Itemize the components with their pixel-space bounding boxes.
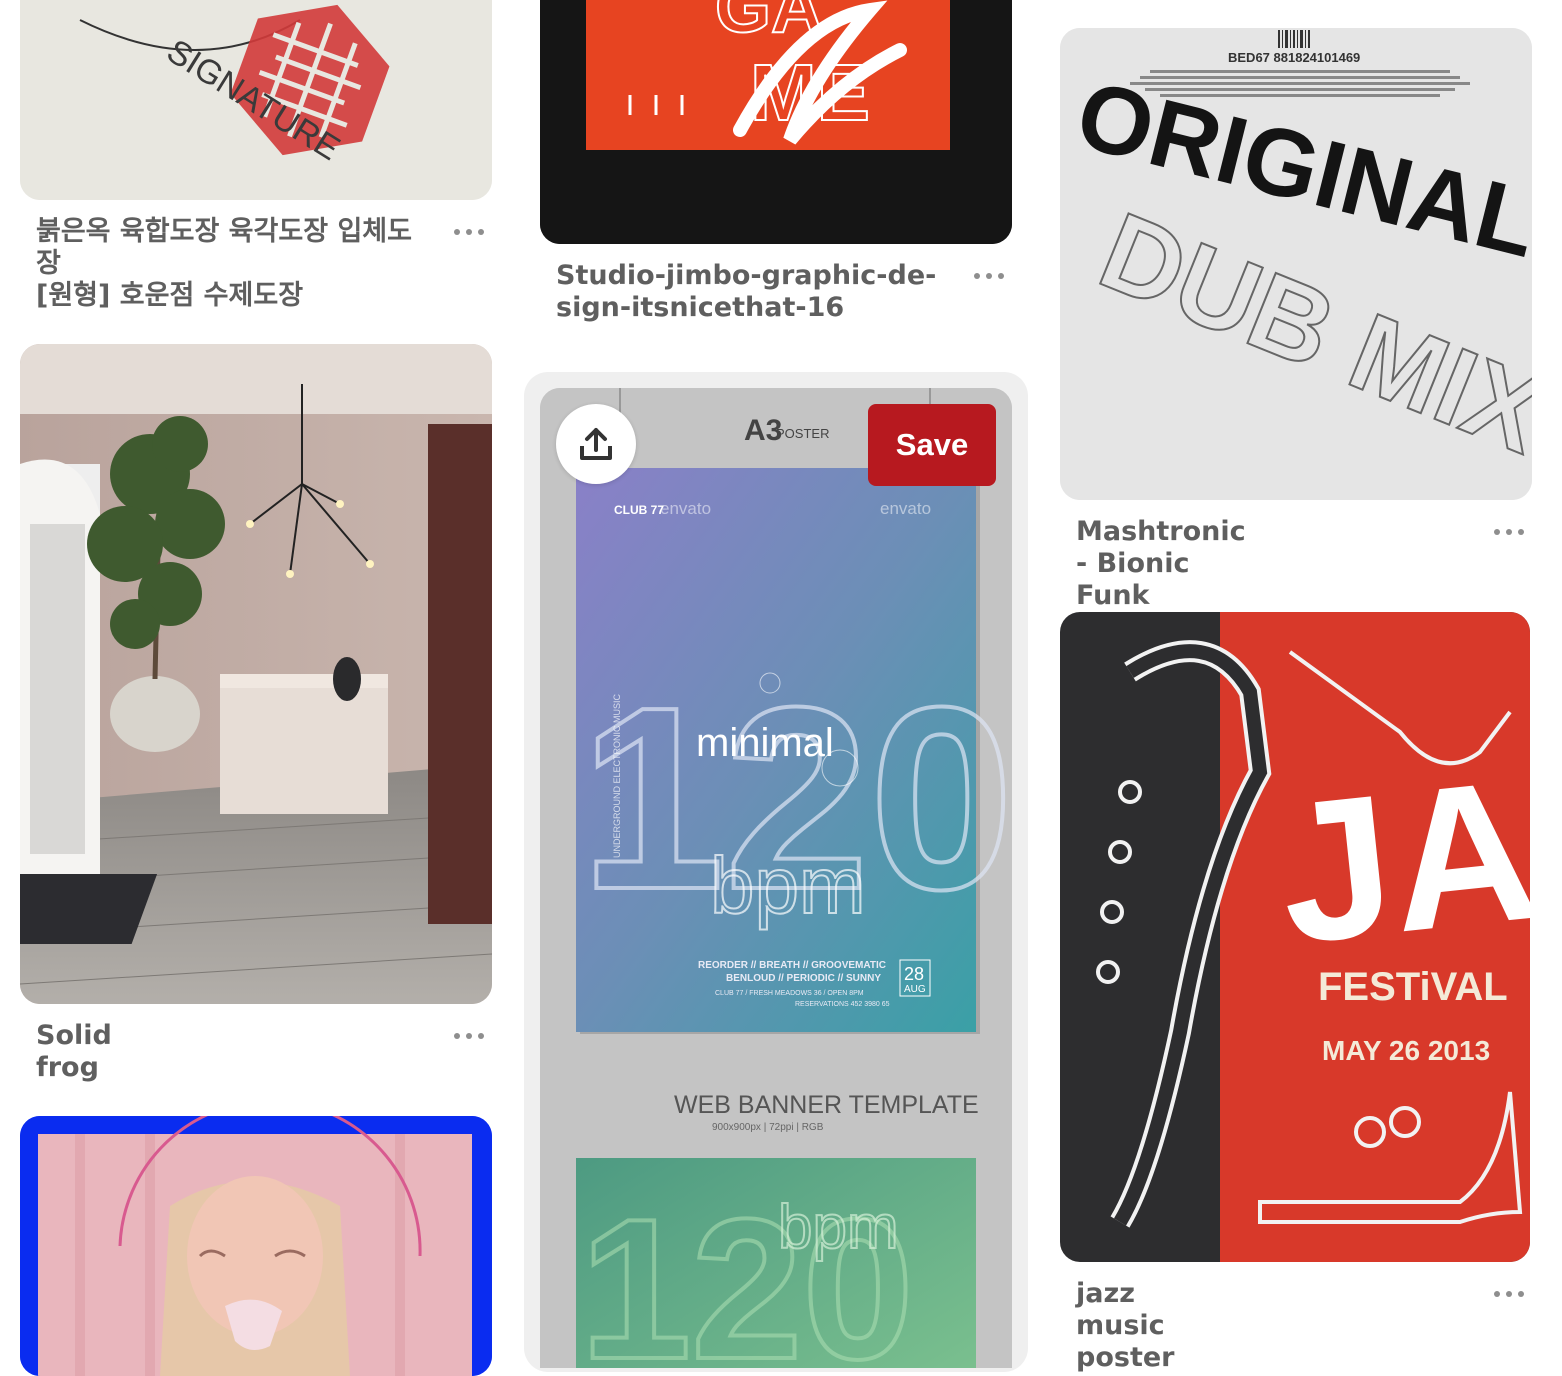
lineup-line: BENLOUD // PERIODIC // SUNNY (726, 973, 881, 984)
pin-title-line: sign-itsnicethat-16 (556, 292, 845, 323)
catalog-number: BED67 881824101469 (1228, 50, 1360, 65)
pin-title-line: 붉은옥 육합도장 육각도장 입체도장 (36, 216, 412, 279)
seal-illustration: SIGNATURE (20, 0, 492, 200)
pin-image[interactable]: SIGNATURE (20, 0, 492, 200)
pin-image[interactable]: BED67 881824101469 ORIGINAL DUB MIX (1060, 28, 1532, 500)
date-text: MAY 26 2013 (1322, 1035, 1490, 1066)
pin-title[interactable]: Solid frog (36, 1020, 112, 1084)
venue-line: CLUB 77 / FRESH MEADOWS 36 / OPEN 8PM (715, 990, 864, 997)
more-options-icon[interactable] (1494, 525, 1524, 539)
portrait-photo (20, 1116, 492, 1376)
save-button[interactable]: Save (868, 404, 996, 486)
pin-title[interactable]: jazz music poster (1076, 1278, 1174, 1374)
poster-header-small: POSTER (776, 426, 829, 441)
more-options-icon[interactable] (974, 269, 1004, 283)
share-button[interactable] (556, 404, 636, 484)
pin-title-line: [원형] 호운점 수제도장 (36, 280, 304, 311)
more-options-icon[interactable] (454, 225, 484, 239)
jazz-poster-illustration: JAZZ FESTiVAL MAY 26 2013 (1060, 612, 1530, 1262)
game-poster-illustration: GA ME (540, 0, 1012, 244)
pin-image[interactable] (20, 1116, 492, 1376)
envato-watermark: envato (660, 499, 711, 518)
pin-title-line: Studio-jimbo-graphic-de- (556, 260, 937, 291)
pin-title[interactable]: Mashtronic - Bionic Funk (1076, 516, 1246, 612)
flyer-month: AUG (904, 984, 926, 995)
flyer-mockup-illustration: A3 POSTER CLUB 77 envato envato 120 mini… (540, 388, 1012, 1368)
album-cover-illustration: BED67 881824101469 ORIGINAL DUB MIX (1060, 28, 1532, 500)
banner-subtitle: 900x900px | 72ppi | RGB (712, 1122, 824, 1133)
festival-word: FESTiVAL (1318, 965, 1508, 1009)
envato-watermark: envato (880, 499, 931, 518)
lineup-line: REORDER // BREATH // GROOVEMATIC (698, 960, 886, 971)
flyer-day: 28 (904, 964, 924, 984)
share-icon (580, 428, 612, 460)
banner-title: WEB BANNER TEMPLATE (674, 1091, 979, 1119)
flyer-unit: bpm (710, 841, 866, 930)
pin-image[interactable]: JAZZ FESTiVAL MAY 26 2013 (1060, 612, 1530, 1262)
pin-title[interactable]: 붉은옥 육합도장 육각도장 입체도장 [원형] 호운점 수제도장 (36, 216, 436, 312)
side-text: UNDERGROUND ELECTRONIC MUSIC (612, 693, 622, 858)
club-logo: CLUB 77 (614, 503, 664, 517)
pin-title[interactable]: Studio-jimbo-graphic-de- sign-itsnicetha… (556, 260, 956, 324)
reservations-line: RESERVATIONS 452 3980 65 (795, 1001, 890, 1008)
more-options-icon[interactable] (1494, 1287, 1524, 1301)
pin-image[interactable]: A3 POSTER CLUB 77 envato envato 120 mini… (540, 388, 1012, 1368)
more-options-icon[interactable] (454, 1029, 484, 1043)
banner-unit: bpm (778, 1193, 899, 1262)
flyer-name: minimal (696, 721, 834, 765)
interior-photo (20, 344, 492, 1004)
pin-image[interactable]: GA ME (540, 0, 1012, 244)
pin-image[interactable] (20, 344, 492, 1004)
